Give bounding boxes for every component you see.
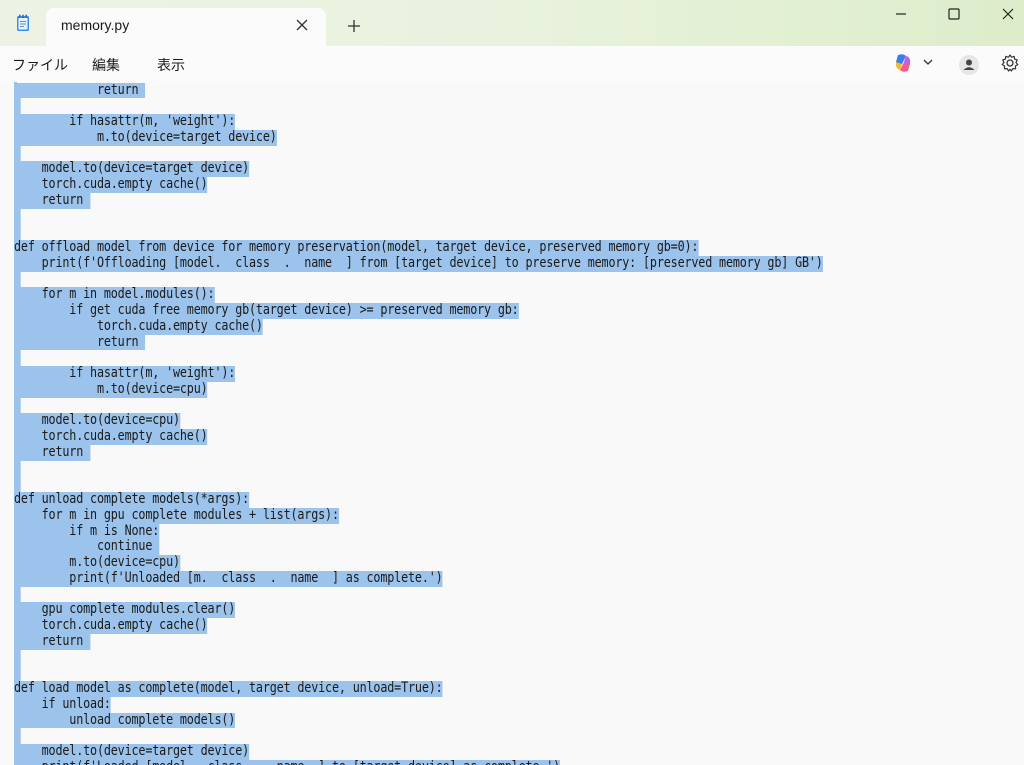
- chevron-down-icon[interactable]: [922, 57, 934, 67]
- code-line[interactable]: return: [14, 444, 91, 461]
- code-line[interactable]: return: [14, 192, 91, 209]
- code-line[interactable]: [14, 350, 21, 366]
- code-line[interactable]: [14, 98, 21, 114]
- new-tab-button[interactable]: [346, 18, 362, 34]
- code-line[interactable]: [14, 397, 21, 414]
- maximize-button[interactable]: [946, 6, 962, 22]
- code-line[interactable]: [14, 208, 21, 225]
- settings-gear-icon[interactable]: [1000, 53, 1020, 73]
- account-avatar-icon[interactable]: [958, 54, 980, 76]
- code-line[interactable]: m.to(device=target device): [14, 129, 277, 146]
- code-line[interactable]: def offload model from device for memory…: [14, 239, 698, 256]
- code-line[interactable]: gpu complete modules.clear(): [14, 601, 235, 618]
- menu-edit[interactable]: 編集: [92, 55, 120, 75]
- code-line[interactable]: torch.cuda.empty cache(): [14, 617, 208, 634]
- code-line[interactable]: [14, 460, 21, 477]
- text-editor[interactable]: return if hasattr(m, 'weight'): m.to(dev…: [0, 82, 1024, 765]
- code-line[interactable]: m.to(device=cpu): [14, 381, 208, 398]
- code-line[interactable]: for m in model.modules():: [14, 286, 215, 303]
- code-line[interactable]: if unload:: [14, 696, 111, 713]
- code-line[interactable]: if hasattr(m, 'weight'):: [14, 113, 235, 130]
- code-line[interactable]: return: [14, 633, 91, 650]
- code-line[interactable]: model.to(device=target device): [14, 743, 249, 760]
- code-line[interactable]: torch.cuda.empty cache(): [14, 428, 208, 445]
- menu-file[interactable]: ファイル: [12, 55, 68, 75]
- code-line[interactable]: [14, 476, 21, 492]
- tab-title: memory.py: [61, 17, 130, 33]
- code-line[interactable]: model.to(device=target device): [14, 160, 249, 177]
- code-line[interactable]: [14, 145, 21, 162]
- menu-bar: ファイル 編集 表示: [0, 46, 1024, 83]
- code-line[interactable]: return: [14, 334, 146, 351]
- code-line[interactable]: def load model as complete(model, target…: [14, 680, 443, 697]
- code-line[interactable]: [14, 586, 21, 603]
- code-line[interactable]: [14, 271, 21, 288]
- code-line[interactable]: for m in gpu complete modules + list(arg…: [14, 507, 339, 524]
- code-line[interactable]: continue: [14, 538, 160, 555]
- code-line[interactable]: [14, 728, 21, 744]
- code-line[interactable]: unload complete models(): [14, 712, 235, 729]
- code-line[interactable]: model.to(device=cpu): [14, 412, 180, 429]
- code-line[interactable]: [14, 649, 21, 666]
- code-line[interactable]: [14, 665, 21, 681]
- tab-memory-py[interactable]: memory.py: [46, 8, 326, 46]
- code-line[interactable]: if m is None:: [14, 523, 159, 540]
- code-line[interactable]: print(f'Offloading [model. class . name …: [14, 255, 823, 272]
- code-line[interactable]: def unload complete models(*args):: [14, 491, 249, 508]
- title-bar: memory.py: [0, 0, 1024, 46]
- code-line[interactable]: return: [14, 82, 146, 99]
- close-tab-icon[interactable]: [294, 17, 310, 33]
- code-line[interactable]: print(f'Unloaded [m. class . name ] as c…: [14, 570, 443, 587]
- code-line[interactable]: if hasattr(m, 'weight'):: [14, 365, 235, 382]
- minimize-button[interactable]: [893, 6, 909, 22]
- copilot-icon[interactable]: [892, 52, 914, 74]
- code-line[interactable]: if get cuda free memory gb(target device…: [14, 302, 519, 319]
- close-window-button[interactable]: [1000, 6, 1016, 22]
- code-line[interactable]: torch.cuda.empty cache(): [14, 318, 263, 335]
- code-line[interactable]: print(f'Loaded [model. class . name ] to…: [14, 759, 560, 765]
- notepad-app-icon: [17, 14, 29, 31]
- code-line[interactable]: torch.cuda.empty cache(): [14, 176, 208, 193]
- code-line[interactable]: m.to(device=cpu): [14, 554, 180, 571]
- code-line[interactable]: [14, 224, 21, 240]
- menu-view[interactable]: 表示: [157, 55, 185, 75]
